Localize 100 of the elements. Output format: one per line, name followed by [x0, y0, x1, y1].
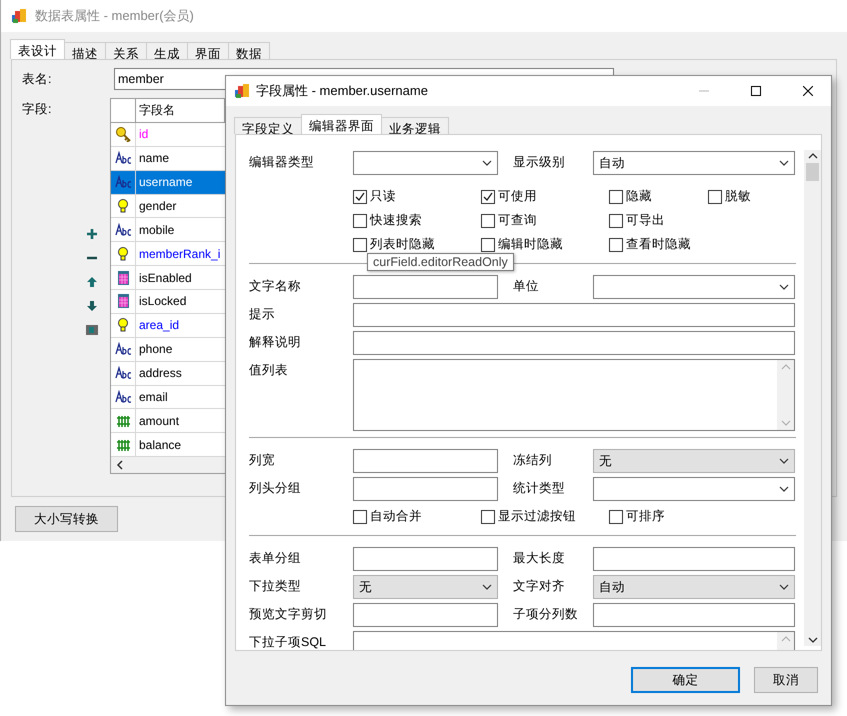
- window-title: 字段属性 - member.username: [256, 82, 429, 100]
- dropdown-value: 自动: [599, 578, 625, 596]
- checkbox[interactable]: 自动合并: [353, 508, 481, 525]
- text-type-icon: [115, 365, 131, 382]
- field-name: name: [138, 150, 170, 168]
- dialog-button[interactable]: 确定: [631, 667, 740, 693]
- field-name: isEnabled: [138, 270, 193, 287]
- app-icon: [234, 83, 250, 99]
- field-label: 列宽: [249, 452, 276, 469]
- scroll-up-icon[interactable]: [808, 153, 818, 159]
- bulb-icon: [115, 246, 131, 262]
- close-icon[interactable]: [803, 86, 813, 96]
- field-name: amount: [138, 412, 180, 430]
- field-label: 文字对齐: [513, 578, 566, 595]
- field-name: username: [136, 170, 225, 194]
- scroll-thumb[interactable]: [806, 163, 819, 181]
- grid-row[interactable]: isLocked: [111, 290, 225, 314]
- chevron-down-icon: [779, 160, 789, 166]
- dropdown[interactable]: 无: [353, 575, 498, 599]
- field-label: 显示级别: [513, 154, 566, 171]
- tab[interactable]: 编辑器界面: [301, 114, 382, 134]
- text-type-icon: [115, 174, 131, 190]
- field-name: isLocked: [138, 293, 188, 310]
- add-icon[interactable]: [86, 228, 98, 240]
- input-field[interactable]: [593, 603, 795, 627]
- dropdown[interactable]: 无: [593, 449, 795, 473]
- checkbox[interactable]: 编辑时隐藏: [481, 236, 609, 253]
- checkbox[interactable]: 脱敏: [708, 188, 798, 205]
- input-field[interactable]: [353, 275, 498, 299]
- grid-row[interactable]: isEnabled: [111, 266, 225, 290]
- grid-row[interactable]: username: [111, 170, 225, 194]
- down-arrow-icon[interactable]: [86, 300, 98, 312]
- chevron-down-icon: [779, 486, 789, 492]
- dropdown[interactable]: [353, 151, 498, 175]
- checkbox[interactable]: 可排序: [609, 508, 708, 525]
- calculator-icon: [115, 270, 131, 286]
- case-convert-button[interactable]: 大小写转换: [15, 506, 118, 532]
- scroll-down-icon[interactable]: [808, 637, 818, 643]
- checkbox[interactable]: 快速搜索: [353, 212, 481, 229]
- tab[interactable]: 数据: [228, 42, 270, 59]
- chevron-down-icon: [779, 458, 789, 464]
- checkbox[interactable]: 列表时隐藏: [353, 236, 481, 253]
- dropdown[interactable]: 自动: [593, 575, 795, 599]
- field-name: memberRank_i: [138, 246, 222, 263]
- field-label: 表名:: [21, 70, 52, 88]
- check-icon: [355, 192, 365, 202]
- field-name: email: [138, 388, 169, 406]
- dropdown-value: 无: [599, 452, 612, 470]
- app-icon: [11, 8, 27, 24]
- calculator-icon: [115, 293, 131, 310]
- grid-row[interactable]: memberRank_i: [111, 242, 225, 266]
- bulb-icon: [115, 198, 131, 214]
- square-icon[interactable]: [86, 324, 98, 336]
- checkbox[interactable]: 可查询: [481, 212, 609, 229]
- field-label: 提示: [249, 306, 276, 323]
- scroll-left-icon[interactable]: [116, 460, 124, 470]
- field-name: area_id: [138, 317, 180, 334]
- tab[interactable]: 业务逻辑: [381, 117, 449, 134]
- field-label: 下拉子项SQL: [249, 634, 328, 650]
- input-field[interactable]: [353, 547, 498, 571]
- field-label: 下拉类型: [249, 578, 302, 595]
- input-field[interactable]: [353, 603, 498, 627]
- tab[interactable]: 界面: [187, 42, 229, 59]
- field-label: 值列表: [249, 362, 289, 379]
- input-field[interactable]: [353, 477, 498, 501]
- field-name: phone: [138, 341, 174, 358]
- window-title: 数据表属性 - member(会员): [35, 7, 194, 25]
- tab[interactable]: 表设计: [10, 39, 65, 59]
- chevron-down-icon: [779, 584, 789, 590]
- tab[interactable]: 关系: [105, 42, 147, 59]
- tab[interactable]: 描述: [64, 42, 106, 59]
- checkbox[interactable]: 可导出: [609, 212, 708, 229]
- dropdown[interactable]: 自动: [593, 151, 795, 175]
- checkbox[interactable]: 隐藏: [609, 188, 708, 205]
- field-label: 列头分组: [249, 480, 302, 497]
- dialog-button[interactable]: 取消: [754, 667, 818, 693]
- dropdown[interactable]: [593, 275, 795, 299]
- checkbox[interactable]: 显示过滤按钮: [481, 508, 609, 525]
- input-field[interactable]: [593, 547, 795, 571]
- up-arrow-icon[interactable]: [86, 276, 98, 288]
- checkbox[interactable]: 只读: [353, 188, 481, 205]
- chevron-down-icon: [482, 160, 492, 166]
- grid-row[interactable]: amount: [111, 409, 225, 434]
- input-field[interactable]: [353, 303, 795, 327]
- checkbox[interactable]: 可使用: [481, 188, 609, 205]
- grid-row[interactable]: area_id: [111, 314, 225, 338]
- input-field[interactable]: [353, 449, 498, 473]
- input-field[interactable]: [353, 331, 795, 355]
- field-label: 冻结列: [513, 452, 553, 469]
- maximize-icon[interactable]: [751, 86, 761, 96]
- tab[interactable]: 生成: [146, 42, 188, 59]
- field-label: 子项分列数: [513, 606, 579, 623]
- field-label: 统计类型: [513, 480, 566, 497]
- field-name: mobile: [138, 222, 176, 239]
- checkbox[interactable]: 查看时隐藏: [609, 236, 708, 253]
- text-type-icon: [115, 341, 131, 358]
- grid-row[interactable]: gender: [111, 194, 225, 218]
- dropdown[interactable]: [593, 477, 795, 501]
- field-label: 文字名称: [249, 278, 302, 295]
- field-label: 最大长度: [513, 550, 566, 567]
